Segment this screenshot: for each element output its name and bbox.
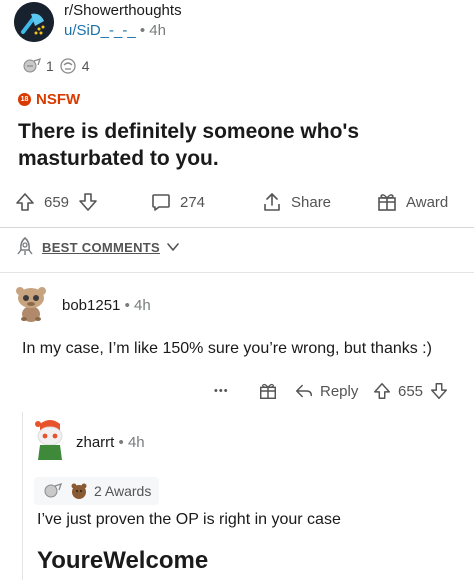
comment-body-emphasis: YoureWelcome [37, 547, 209, 574]
divider [0, 272, 474, 273]
comment-vote-group: 655 [372, 376, 449, 406]
comment-meta: zharrt • 4h [76, 434, 145, 451]
downvote-icon[interactable] [77, 191, 99, 213]
upvote-icon[interactable] [372, 381, 392, 401]
upvote-count: 659 [44, 193, 70, 211]
silver-award-icon [44, 482, 63, 498]
vote-group: 659 [14, 182, 99, 222]
meta-separator: • [118, 434, 128, 451]
award-secondary-count: 4 [81, 58, 90, 74]
post-action-bar: 659 274 Share Award [0, 182, 474, 222]
chevron-down-icon [167, 243, 179, 251]
post-time: 4h [149, 22, 166, 39]
share-label: Share [291, 193, 332, 211]
gift-award-icon [260, 383, 276, 399]
comment-username[interactable]: bob1251 [62, 297, 120, 314]
nsfw-tag: 18 NSFW [18, 91, 80, 108]
shower-head-icon [14, 2, 54, 42]
rocket-sort-icon [17, 237, 33, 255]
post-meta: u/SiD_-_-_ • 4h [64, 22, 166, 39]
bear-award-icon [71, 483, 87, 499]
award-count: 1 [46, 58, 54, 74]
divider [0, 227, 474, 228]
share-icon [264, 193, 280, 211]
comment-sort-selector[interactable]: BEST COMMENTS [14, 236, 180, 258]
comment-meta: bob1251 • 4h [62, 297, 151, 314]
subreddit-avatar[interactable] [14, 2, 54, 42]
upvote-icon[interactable] [14, 191, 36, 213]
more-options-icon: ••• [214, 385, 229, 397]
award-button[interactable]: Award [376, 182, 448, 222]
comment-bubble-icon [152, 194, 170, 211]
avatar[interactable] [10, 281, 52, 323]
subreddit-name[interactable]: r/Showerthoughts [64, 2, 182, 19]
comment-action-bar: ••• Reply 655 [0, 376, 474, 406]
snoo-avatar-icon [35, 420, 63, 460]
meta-separator: • [139, 22, 150, 39]
reply-arrow-icon [296, 384, 312, 398]
more-options-button[interactable]: ••• [214, 376, 229, 406]
comments-count: 274 [180, 193, 206, 211]
award-label: Award [406, 193, 449, 211]
comment-awards-chip[interactable]: 2 Awards [34, 477, 160, 505]
snoo-avatar-icon [16, 287, 46, 322]
downvote-icon[interactable] [429, 381, 449, 401]
comments-button[interactable]: 274 [150, 182, 205, 222]
post-awards-row[interactable]: 1 4 [22, 57, 90, 75]
gift-award-icon [378, 194, 396, 211]
post-title[interactable]: There is definitely someone who's mastur… [18, 118, 458, 172]
comment-body: In my case, I’m like 150% sure you’re wr… [22, 340, 432, 357]
reply-label: Reply [320, 382, 359, 400]
comment-time: 4h [134, 297, 151, 314]
nsfw-18-icon: 18 [18, 93, 31, 106]
post-author[interactable]: u/SiD_-_-_ [64, 22, 136, 39]
meta-separator: • [124, 297, 134, 314]
nsfw-label: NSFW [36, 91, 81, 108]
silver-award-icon [23, 57, 42, 73]
comment-time: 4h [127, 434, 145, 451]
helpful-award-icon [60, 58, 76, 74]
sort-label: BEST COMMENTS [42, 239, 161, 255]
give-award-button[interactable] [258, 376, 278, 406]
comment-username[interactable]: zharrt [76, 434, 114, 451]
avatar[interactable] [32, 418, 68, 464]
reply-button[interactable]: Reply [294, 376, 358, 406]
share-button[interactable]: Share [261, 182, 331, 222]
thread-line[interactable] [22, 412, 23, 580]
comment-body: I’ve just proven the OP is right in your… [37, 511, 341, 528]
awards-count-label: 2 Awards [94, 483, 152, 499]
comment-score: 655 [398, 382, 424, 400]
